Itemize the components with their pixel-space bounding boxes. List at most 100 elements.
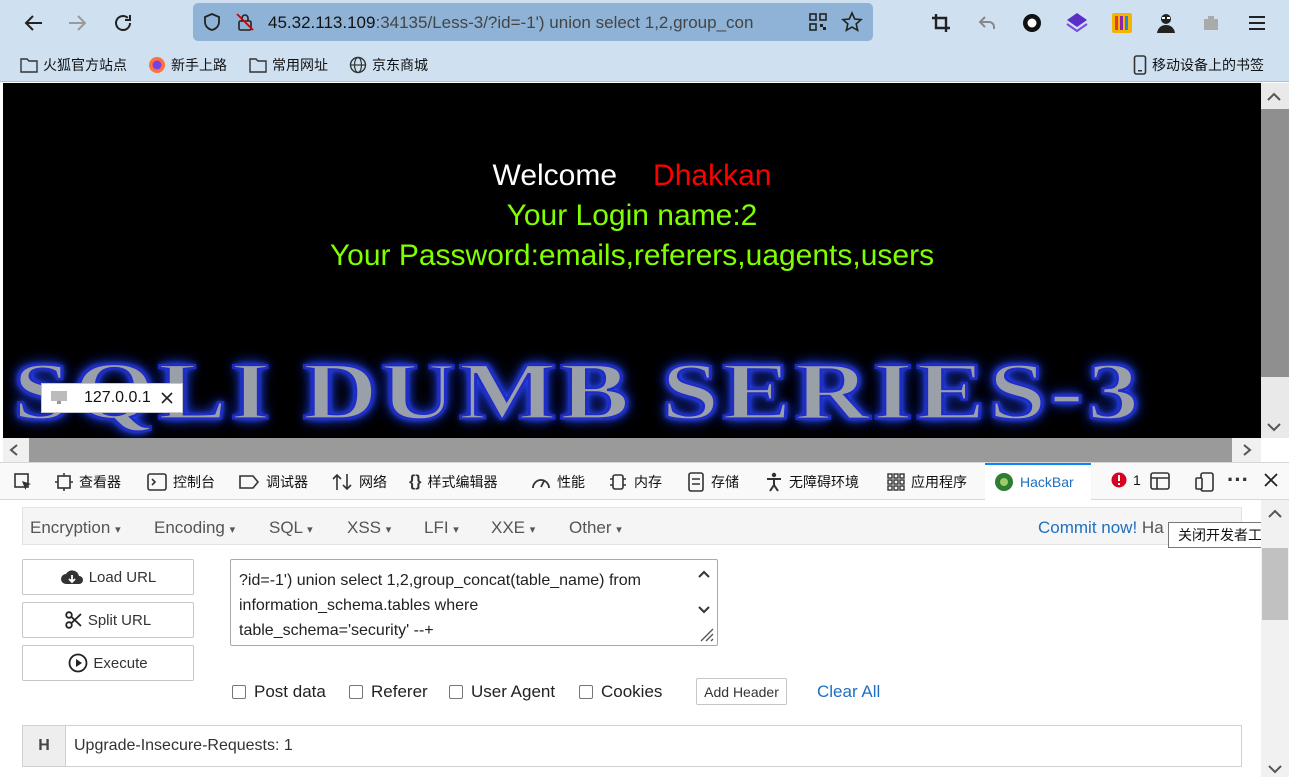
menu-label: Encryption — [30, 518, 111, 537]
page-content: Welcome Dhakkan Your Login name:2 Your Pa… — [3, 83, 1261, 438]
shield-icon[interactable] — [202, 12, 222, 32]
add-header-button[interactable]: Add Header — [696, 678, 787, 705]
star-icon[interactable] — [841, 11, 863, 33]
chevron-right-icon[interactable] — [1242, 443, 1252, 462]
bookmark-firefox-site[interactable]: 火狐官方站点 — [20, 55, 127, 75]
bookmark-getting-started[interactable]: 新手上路 — [148, 55, 227, 75]
url-line: table_schema='security' --+ — [239, 622, 434, 639]
url-textarea-content: ?id=-1') union select 1,2,group_concat(t… — [239, 568, 689, 643]
mask-icon[interactable] — [1153, 10, 1179, 36]
error-count[interactable]: 1 — [1111, 472, 1141, 488]
post-data-checkbox[interactable]: Post data — [232, 682, 326, 702]
header-value[interactable]: Upgrade-Insecure-Requests: 1 — [74, 737, 293, 755]
tab-application[interactable]: 应用程序 — [887, 472, 967, 492]
menu-xxe[interactable]: XXE ▾ — [491, 518, 535, 538]
tab-hackbar[interactable]: HackBar — [985, 463, 1091, 500]
menu-encoding[interactable]: Encoding ▾ — [154, 518, 235, 538]
bars-icon[interactable] — [1109, 10, 1135, 36]
undo-icon[interactable] — [974, 10, 1000, 36]
tab-network[interactable]: 网络 — [331, 472, 387, 492]
tab-label: 样式编辑器 — [427, 474, 498, 490]
menu-xss[interactable]: XSS ▾ — [347, 518, 391, 538]
back-icon[interactable] — [20, 10, 46, 36]
scissors-icon — [65, 611, 82, 629]
cookies-checkbox[interactable]: Cookies — [579, 682, 662, 702]
bookmark-jd[interactable]: 京东商城 — [349, 55, 428, 75]
crop-icon[interactable] — [928, 10, 954, 36]
page-vertical-scrollbar[interactable] — [1261, 83, 1289, 438]
menu-sql[interactable]: SQL ▾ — [269, 518, 313, 538]
reload-icon[interactable] — [110, 10, 136, 36]
responsive-icon[interactable] — [1195, 472, 1215, 492]
qr-icon[interactable] — [808, 12, 828, 32]
chevron-up-icon[interactable] — [1266, 89, 1282, 107]
checkbox-box[interactable] — [349, 685, 363, 699]
menu-lfi[interactable]: LFI ▾ — [424, 518, 459, 538]
checkbox-box[interactable] — [449, 685, 463, 699]
referer-checkbox[interactable]: Referer — [349, 682, 428, 702]
tab-label: 查看器 — [79, 474, 121, 490]
tab-inspector[interactable]: 查看器 — [55, 472, 121, 492]
tab-label: 控制台 — [173, 474, 215, 490]
hackbar-icon — [995, 473, 1013, 491]
resize-grip-icon[interactable] — [696, 624, 714, 645]
chevron-left-icon[interactable] — [9, 443, 19, 462]
folder-icon — [20, 58, 38, 73]
commit-link[interactable]: Commit now! Ha — [1038, 518, 1164, 538]
tab-storage[interactable]: 存储 — [687, 472, 739, 492]
chevron-down-icon[interactable] — [697, 602, 711, 620]
layout-icon[interactable] — [1150, 472, 1170, 490]
url-text: 45.32.113.109:34135/Less-3/?id=-1') unio… — [268, 13, 806, 33]
tab-performance[interactable]: 性能 — [531, 472, 585, 492]
close-devtools-icon[interactable] — [1263, 472, 1279, 488]
chevron-up-icon[interactable] — [1267, 506, 1283, 524]
page-horizontal-scrollbar[interactable] — [3, 438, 1261, 462]
menu-other[interactable]: Other ▾ — [569, 518, 622, 538]
cube-icon[interactable] — [1064, 10, 1090, 36]
puzzle-icon[interactable] — [1198, 10, 1224, 36]
scrollbar-thumb[interactable] — [1262, 548, 1288, 620]
menu-encryption[interactable]: Encryption ▾ — [30, 518, 121, 538]
checkbox-box[interactable] — [579, 685, 593, 699]
clear-all-link[interactable]: Clear All — [817, 682, 880, 702]
tab-memory[interactable]: 内存 — [608, 472, 662, 492]
chip-icon — [610, 474, 626, 490]
element-picker-icon[interactable] — [13, 472, 33, 492]
caret-down-icon: ▾ — [529, 524, 536, 536]
chevron-down-icon[interactable] — [1266, 419, 1282, 437]
url-bar[interactable]: 45.32.113.109:34135/Less-3/?id=-1') unio… — [193, 3, 873, 41]
error-icon — [1111, 472, 1127, 488]
tab-label: 内存 — [634, 474, 662, 490]
chevron-down-icon[interactable] — [1267, 761, 1283, 777]
menu-icon[interactable] — [1244, 10, 1270, 36]
tab-label: 调试器 — [266, 474, 308, 490]
tab-style-editor[interactable]: {} 样式编辑器 — [409, 472, 497, 492]
tab-debugger[interactable]: 调试器 — [238, 472, 308, 492]
bookmark-mobile[interactable]: 移动设备上的书签 — [1133, 55, 1264, 75]
bookmark-label: 移动设备上的书签 — [1152, 57, 1264, 73]
user-agent-checkbox[interactable]: User Agent — [449, 682, 555, 702]
bookmark-common-sites[interactable]: 常用网址 — [249, 55, 328, 75]
more-icon[interactable]: ··· — [1227, 467, 1249, 493]
chevron-up-icon[interactable] — [697, 566, 711, 584]
scrollbar-thumb[interactable] — [29, 438, 1232, 462]
tab-accessibility[interactable]: 无障碍环境 — [765, 472, 859, 492]
phone-icon — [1133, 55, 1147, 75]
load-url-button[interactable]: Load URL — [22, 559, 194, 595]
execute-button[interactable]: Execute — [22, 645, 194, 681]
lock-strike-icon[interactable] — [235, 12, 255, 32]
checkbox-box[interactable] — [232, 685, 246, 699]
bookmark-label: 常用网址 — [272, 57, 328, 73]
forward-icon[interactable] — [65, 10, 91, 36]
scrollbar-thumb[interactable] — [1261, 109, 1289, 377]
circle-icon[interactable] — [1019, 10, 1045, 36]
split-url-button[interactable]: Split URL — [22, 602, 194, 638]
tab-console[interactable]: 控制台 — [147, 472, 215, 492]
button-label: Split URL — [87, 611, 152, 629]
panel-vertical-scrollbar[interactable] — [1261, 500, 1289, 777]
url-host: 45.32.113.109 — [268, 13, 376, 32]
tab-label: 性能 — [557, 474, 585, 490]
braces-icon: {} — [409, 473, 422, 490]
url-textarea[interactable]: ?id=-1') union select 1,2,group_concat(t… — [230, 559, 718, 646]
close-icon[interactable] — [160, 391, 174, 405]
